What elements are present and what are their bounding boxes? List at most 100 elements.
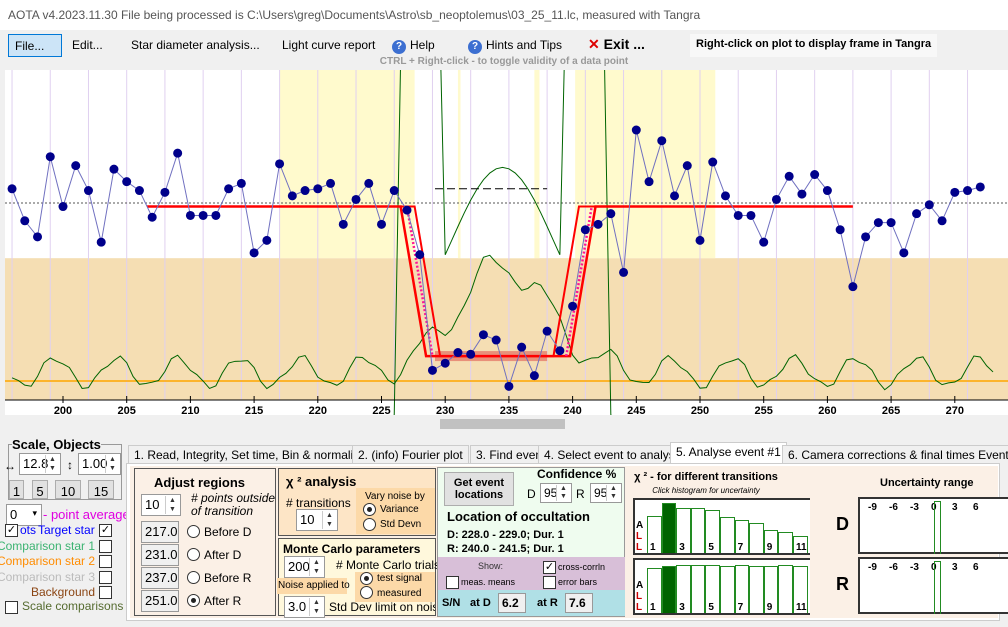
x-tick-label: 210: [181, 405, 199, 415]
scale-comparisons-label: Scale comparisons: [22, 599, 124, 613]
exit-label: Exit ...: [603, 36, 645, 52]
zoom-10-button[interactable]: 10: [55, 480, 81, 499]
meas-means-checkbox[interactable]: [446, 576, 459, 589]
spinner-arrows-icon[interactable]: ▲ ▼: [309, 598, 323, 616]
target-point: [453, 348, 463, 358]
histogram-bar[interactable]: [690, 565, 706, 613]
histogram-bar[interactable]: [720, 517, 735, 553]
light-curve-report-menu[interactable]: Light curve report: [276, 34, 381, 57]
spinner-arrows-icon[interactable]: ▲ ▼: [606, 485, 620, 501]
zoom-1-button[interactable]: 1: [9, 480, 24, 499]
target-point: [122, 177, 132, 187]
all-label: L: [636, 531, 643, 542]
transitions-input[interactable]: 10 ▲ ▼: [296, 509, 338, 531]
r-histogram-label: R: [836, 574, 849, 594]
target-point: [657, 136, 667, 146]
region-radio[interactable]: [187, 548, 200, 561]
get-event-locations-button[interactable]: Get event locations: [444, 472, 514, 506]
histogram-bar[interactable]: [661, 566, 677, 613]
target-point: [912, 209, 922, 219]
region-radio[interactable]: [187, 571, 200, 584]
zoom-15-button[interactable]: 15: [88, 480, 114, 499]
spinner-arrows-icon[interactable]: ▲ ▼: [309, 558, 323, 576]
histogram-bar[interactable]: [720, 566, 735, 613]
histogram-bar[interactable]: [778, 565, 793, 613]
region-radio[interactable]: [187, 594, 200, 607]
std-devn-label: Std Devn: [380, 519, 422, 530]
measured-radio[interactable]: [360, 586, 373, 599]
chi-histogram-r[interactable]: A L L 1 3 5 7 9 11: [633, 558, 810, 615]
object-checkbox[interactable]: [99, 555, 112, 568]
variance-radio[interactable]: [363, 503, 376, 516]
trials-value: 200: [288, 559, 310, 574]
target-point: [529, 371, 539, 381]
exit-menu[interactable]: ✕ Exit ...: [582, 32, 651, 55]
cross-corrln-checkbox[interactable]: ✓: [543, 561, 556, 574]
error-bars-checkbox[interactable]: [543, 576, 556, 589]
vertical-scale-input[interactable]: 1.00 ▲ ▼: [78, 453, 121, 475]
points-outside-input[interactable]: 10 ▲ ▼: [141, 494, 181, 516]
target-point: [83, 186, 93, 196]
histogram-bar[interactable]: [690, 508, 706, 553]
noise-applied-label: Noise applied to: [278, 580, 350, 591]
toggle-validity-hint: CTRL + Right-click - to toggle validity …: [379, 56, 629, 67]
spinner-arrows-icon[interactable]: ▲ ▼: [322, 511, 336, 529]
chi-histogram-d[interactable]: A L L 1 3 5 7 9 11: [633, 498, 810, 555]
tab-1[interactable]: 1. Read, Integrity, Set time, Bin & norm…: [128, 445, 372, 464]
std-devn-radio[interactable]: [363, 518, 376, 531]
histogram-bar[interactable]: [661, 503, 677, 553]
x-tick-label: 215: [245, 405, 263, 415]
histogram-bar[interactable]: [749, 566, 764, 613]
target-point: [504, 381, 514, 391]
spinner-arrows-icon[interactable]: ▲ ▼: [105, 455, 119, 473]
spinner-arrows-icon[interactable]: ▲ ▼: [556, 485, 570, 501]
edit-menu[interactable]: Edit...: [66, 34, 109, 57]
region-radio[interactable]: [187, 525, 200, 538]
histogram-tick: 11: [796, 542, 807, 553]
monte-carlo-trials-input[interactable]: 200 ▲ ▼: [284, 556, 325, 578]
target-point: [924, 200, 934, 210]
region-value[interactable]: 251.0: [141, 590, 179, 612]
histogram-bar[interactable]: [749, 523, 764, 553]
object-checkbox[interactable]: ✓: [99, 524, 112, 537]
target-point: [466, 349, 476, 359]
error-bars-label: error bars: [558, 577, 598, 587]
horizontal-scale-input[interactable]: 12.8 ▲ ▼: [19, 453, 61, 475]
pts-checkbox[interactable]: ✓: [5, 524, 18, 537]
help-menu[interactable]: ? Help: [386, 34, 441, 57]
histogram-bar[interactable]: [778, 532, 793, 553]
test-signal-radio[interactable]: [360, 572, 373, 585]
object-checkbox[interactable]: [99, 586, 112, 599]
help-label: Help: [410, 38, 435, 52]
object-checkbox[interactable]: [99, 570, 112, 584]
light-curve-plot[interactable]: 200 205 210 215 220 225 230 235 240 245 250 255 260 2…: [5, 70, 1008, 415]
hints-menu[interactable]: ? Hints and Tips: [462, 34, 568, 57]
zoom-5-button[interactable]: 5: [32, 480, 48, 499]
sd-limit-input[interactable]: 3.0 ▲ ▼: [284, 596, 325, 618]
x-tick-label: 255: [755, 405, 773, 415]
tab-5[interactable]: 5. Analyse event #1: [670, 442, 787, 464]
scale-comparisons-checkbox[interactable]: [5, 601, 18, 614]
tab-2[interactable]: 2. (info) Fourier plot: [352, 445, 469, 464]
region-value[interactable]: 237.0: [141, 567, 179, 589]
target-point: [33, 232, 43, 242]
region-label: After D: [204, 548, 242, 562]
target-point: [580, 225, 590, 235]
uncertainty-tick: -3: [910, 562, 919, 573]
confidence-d-input[interactable]: 95 ▲ ▼: [540, 483, 572, 503]
spinner-arrows-icon[interactable]: ▲ ▼: [45, 455, 59, 473]
object-checkbox[interactable]: [99, 539, 112, 553]
sn-at-r-label: at R: [537, 597, 558, 609]
spinner-arrows-icon[interactable]: ▲ ▼: [165, 496, 179, 514]
tab-4[interactable]: 4. Select event to analyse: [538, 445, 688, 464]
monte-carlo-title: Monte Carlo parameters: [283, 542, 421, 556]
file-menu[interactable]: File...: [8, 34, 62, 57]
scrollbar-thumb[interactable]: [440, 419, 565, 429]
uncertainty-d-plot: -9 -6 -3 0 3 6: [858, 497, 1008, 554]
target-point: [236, 178, 246, 188]
star-diameter-menu[interactable]: Star diameter analysis...: [125, 34, 266, 57]
tab-6[interactable]: 6. Camera corrections & final times Even…: [782, 445, 1008, 464]
region-value[interactable]: 217.0: [141, 521, 179, 543]
confidence-r-input[interactable]: 95 ▲ ▼: [590, 483, 622, 503]
region-value[interactable]: 231.0: [141, 544, 179, 566]
